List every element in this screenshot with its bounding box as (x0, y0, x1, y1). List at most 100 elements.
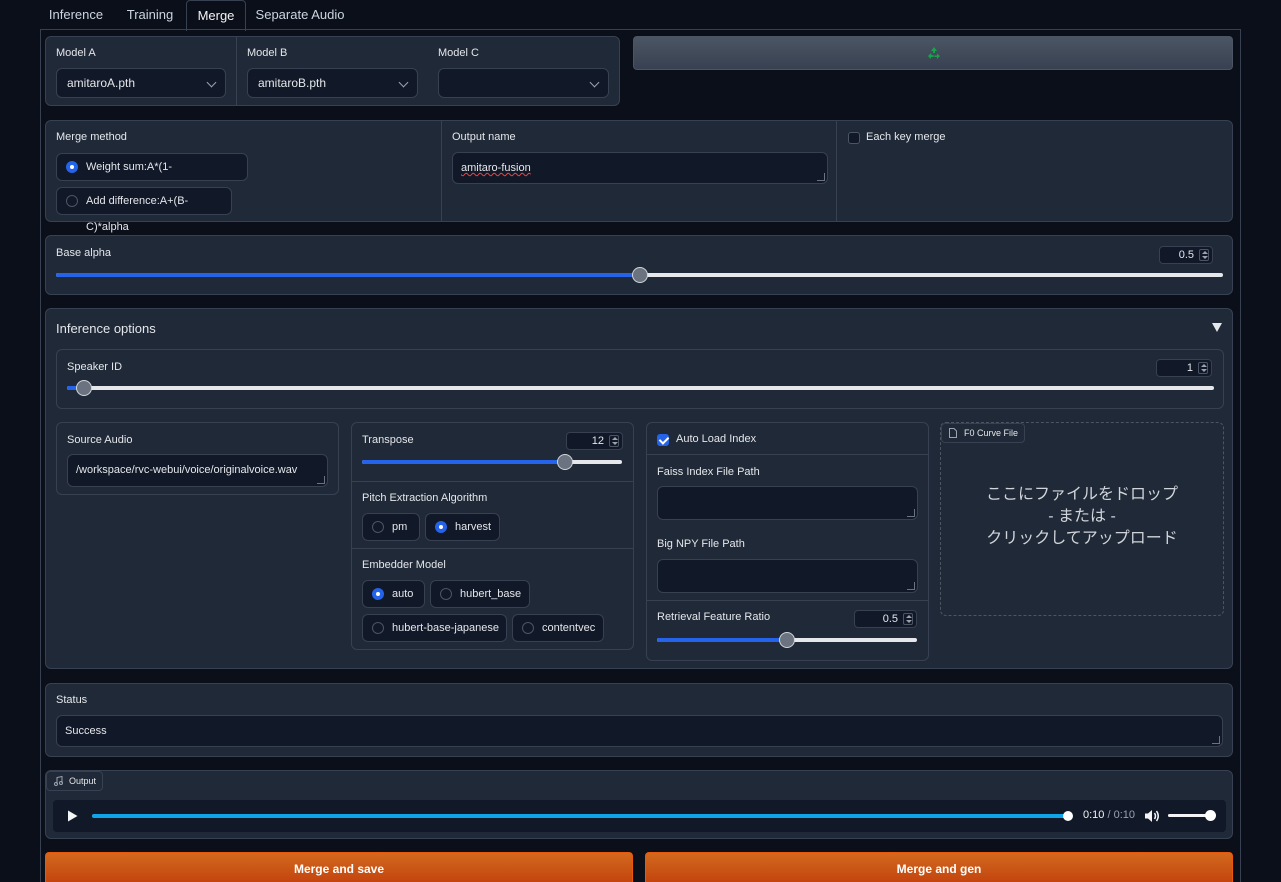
merge-method-label: Merge method (56, 131, 127, 143)
radio-unselected-icon (440, 588, 452, 600)
play-icon[interactable] (67, 810, 78, 822)
source-audio-input[interactable]: /workspace/rvc-webui/voice/originalvoice… (67, 454, 328, 487)
big-npy-input[interactable] (657, 559, 918, 593)
tab-training[interactable]: Training (114, 0, 186, 30)
audio-progress-bar[interactable] (92, 811, 1073, 821)
audio-time: 0:10 / 0:10 (1083, 809, 1135, 821)
output-name-value: amitaro-fusion (461, 162, 531, 174)
pitch-algorithm-label: Pitch Extraction Algorithm (362, 492, 488, 504)
audio-progress-thumb[interactable] (1063, 811, 1073, 821)
volume-slider[interactable] (1168, 810, 1217, 821)
resize-handle-icon (317, 476, 325, 484)
pitch-option-pm[interactable]: pm (362, 513, 420, 541)
slider-fill (56, 273, 640, 277)
refresh-models-button[interactable] (633, 36, 1233, 70)
merge-and-gen-button[interactable]: Merge and gen (645, 852, 1233, 882)
merge-and-save-button[interactable]: Merge and save (45, 852, 633, 882)
base-alpha-slider[interactable] (56, 267, 1223, 283)
slider-thumb[interactable] (76, 380, 93, 396)
radio-selected-icon (435, 521, 447, 533)
spinner-arrows-icon[interactable] (1199, 249, 1209, 261)
slider-thumb[interactable] (779, 632, 795, 648)
chevron-down-icon (589, 77, 600, 88)
each-key-merge-label: Each key merge (866, 131, 946, 143)
transpose-slider[interactable] (362, 454, 622, 470)
resize-handle-icon (907, 509, 915, 517)
chevron-down-icon (398, 77, 409, 88)
faiss-index-input[interactable] (657, 486, 918, 520)
auto-load-index-label: Auto Load Index (676, 433, 757, 445)
radio-unselected-icon (66, 195, 78, 207)
status-textbox[interactable]: Success (56, 715, 1223, 747)
radio-label: Add difference:A+(B-C)*alpha (86, 195, 189, 233)
status-group: Status Success (45, 683, 1233, 757)
radio-unselected-icon (372, 622, 384, 634)
radio-unselected-icon (522, 622, 534, 634)
radio-selected-icon (372, 588, 384, 600)
f0-curve-file-tag: F0 Curve File (941, 423, 1026, 443)
slider-thumb[interactable] (556, 454, 573, 470)
model-c-dropdown[interactable] (438, 68, 609, 98)
transpose-number[interactable]: 12 (566, 432, 623, 450)
output-name-label: Output name (452, 131, 516, 143)
radio-unselected-icon (372, 521, 384, 533)
retrieval-ratio-slider[interactable] (657, 632, 917, 648)
dropzone-line-2: - または - (1048, 508, 1116, 525)
resize-handle-icon (1212, 736, 1220, 744)
transpose-value: 12 (591, 435, 604, 447)
model-a-dropdown[interactable]: amitaroA.pth (56, 68, 226, 98)
music-note-icon (54, 776, 63, 786)
retrieval-ratio-number[interactable]: 0.5 (854, 610, 917, 628)
spinner-arrows-icon[interactable] (1198, 362, 1208, 374)
embedder-option-hubert-base[interactable]: hubert_base (430, 580, 530, 608)
tab-separate-audio[interactable]: Separate Audio (250, 0, 350, 30)
model-b-label: Model B (247, 47, 288, 59)
inference-options-accordion: Inference options Speaker ID 1 Source Au… (45, 308, 1233, 669)
embedder-option-contentvec[interactable]: contentvec (512, 614, 604, 642)
f0-curve-file-label: F0 Curve File (964, 428, 1019, 438)
collapse-triangle-icon[interactable] (1212, 323, 1222, 332)
speaker-id-label: Speaker ID (67, 361, 123, 373)
tab-inference[interactable]: Inference (40, 0, 112, 30)
transpose-label: Transpose (362, 434, 414, 446)
auto-load-index-checkbox[interactable] (657, 434, 669, 446)
each-key-merge-checkbox[interactable] (848, 132, 860, 144)
dropzone-text: ここにファイルをドロップ - または - クリックしてアップロード (941, 484, 1223, 550)
merge-settings-group: Merge method Weight sum:A*(1-alpha)+B*al… (45, 120, 1233, 233)
inference-options-title[interactable]: Inference options (56, 321, 156, 336)
radio-selected-icon (66, 161, 78, 173)
speaker-id-number[interactable]: 1 (1156, 359, 1212, 377)
output-name-input[interactable]: amitaro-fusion (452, 152, 828, 184)
dropzone-line-3: クリックしてアップロード (986, 530, 1178, 547)
f0-curve-dropzone[interactable]: F0 Curve File ここにファイルをドロップ - または - クリックし… (940, 422, 1224, 616)
pitch-option-harvest[interactable]: harvest (425, 513, 500, 541)
spinner-arrows-icon[interactable] (903, 613, 913, 625)
embedder-model-label: Embedder Model (362, 559, 446, 571)
chevron-down-icon (206, 77, 217, 88)
dropzone-line-1: ここにファイルをドロップ (985, 486, 1178, 503)
slider-fill (657, 638, 787, 642)
status-value: Success (65, 725, 107, 737)
radio-label: contentvec (542, 622, 596, 634)
output-label: Output (69, 776, 97, 786)
tab-merge[interactable]: Merge (186, 0, 246, 31)
radio-label: harvest (455, 521, 492, 533)
time-current: 0:10 (1083, 809, 1105, 821)
volume-icon[interactable] (1145, 809, 1160, 823)
status-label: Status (56, 694, 88, 706)
spinner-arrows-icon[interactable] (609, 435, 619, 447)
merge-method-add-difference[interactable]: Add difference:A+(B-C)*alpha (56, 187, 232, 233)
slider-thumb[interactable] (631, 267, 648, 283)
model-selector-group: Model A amitaroA.pth Model B amitaroB.pt… (45, 36, 620, 106)
merge-method-weight-sum[interactable]: Weight sum:A*(1-alpha)+B*alpha (56, 153, 248, 199)
embedder-option-auto[interactable]: auto (362, 580, 425, 608)
base-alpha-number[interactable]: 0.5 (1159, 246, 1213, 264)
speaker-id-slider[interactable] (67, 380, 1214, 396)
file-icon (949, 428, 957, 438)
embedder-option-hubert-base-japanese[interactable]: hubert-base-japanese (362, 614, 507, 642)
radio-label: auto (392, 588, 414, 600)
model-b-dropdown[interactable]: amitaroB.pth (247, 68, 418, 98)
source-audio-group: Source Audio /workspace/rvc-webui/voice/… (56, 422, 339, 495)
volume-thumb[interactable] (1205, 810, 1217, 821)
base-alpha-label: Base alpha (56, 247, 112, 259)
